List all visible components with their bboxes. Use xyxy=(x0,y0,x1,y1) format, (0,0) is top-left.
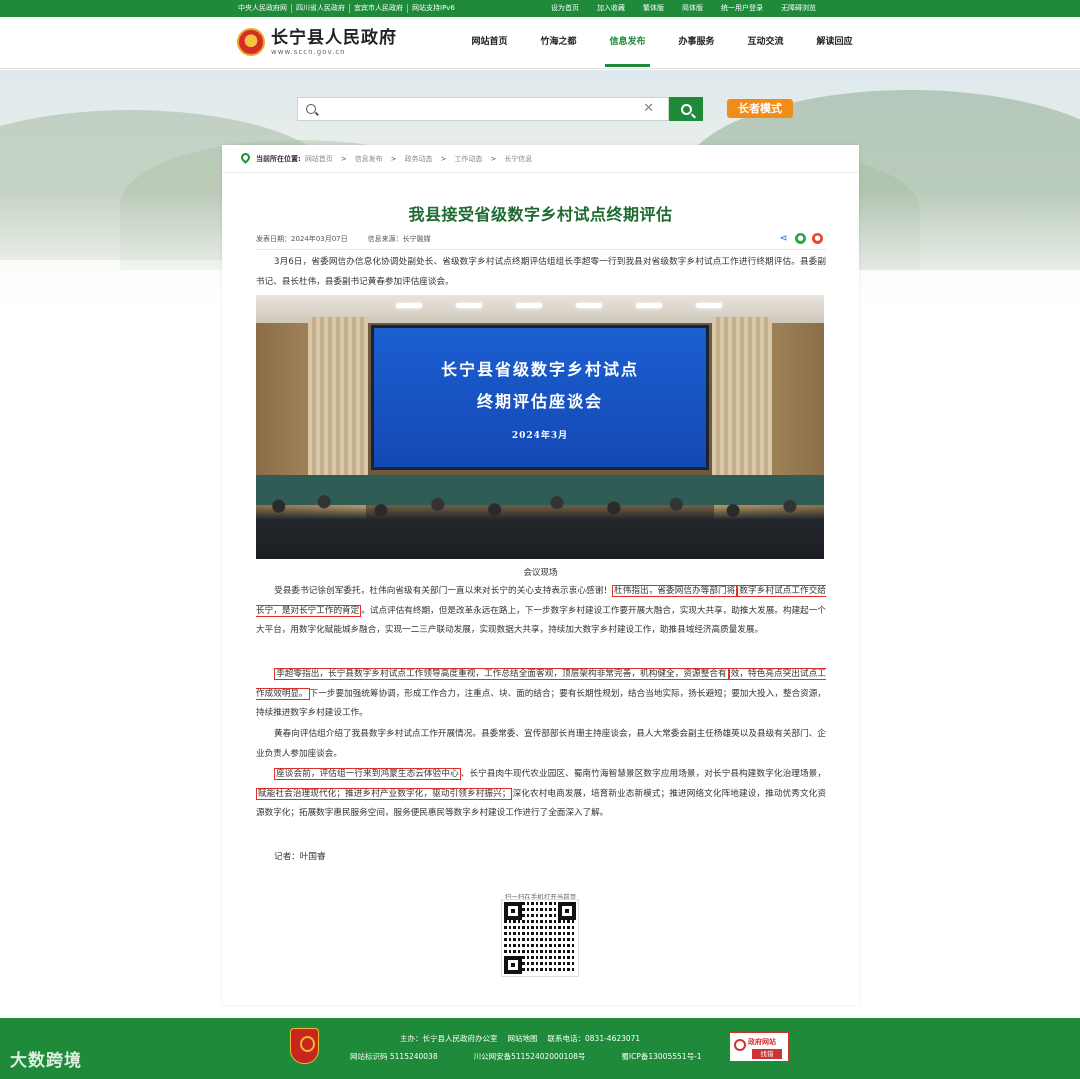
paragraph-4: 黄春向评估组介绍了我县数字乡村试点工作开展情况。县委常委、宣传部部长肖珊主持座谈… xyxy=(256,729,826,759)
qr-code xyxy=(501,899,579,977)
site-url: www.sccn.gov.cn xyxy=(271,48,346,56)
site-header: 长宁县人民政府 www.sccn.gov.cn 网站首页 竹海之都 信息发布 办… xyxy=(0,17,1080,69)
sitemap-link[interactable]: 网站地图 xyxy=(508,1033,538,1044)
highlight-box: 座谈会前，评估组一行来到鸿蒙生态云体验中心 xyxy=(274,768,461,780)
article-card: 当前所在位置: 网站首页 > 信息发布 > 政务动态 > 工作动态 > 长宁信息… xyxy=(222,145,859,1005)
accessibility-link[interactable]: 无障碍浏览 xyxy=(781,4,816,13)
nav-services[interactable]: 办事服务 xyxy=(662,17,731,67)
site-footer: 主办：长宁县人民政府办公室 网站地图 联系电话：0831-4623071 网站标… xyxy=(0,1018,1080,1079)
magnifier-icon xyxy=(734,1039,746,1051)
nav-bamboo-capital[interactable]: 竹海之都 xyxy=(524,17,593,67)
utility-links: 设为首页 加入收藏 繁体版 简体版 统一用户登录 无障碍浏览 xyxy=(551,4,816,13)
gov-link[interactable]: 宜宾市人民政府 xyxy=(350,4,408,13)
share-bar: ⋖ ● ● xyxy=(778,233,823,244)
elder-mode-button[interactable]: 长者模式 xyxy=(727,99,793,118)
breadcrumb-item[interactable]: 网站首页 xyxy=(305,154,333,164)
publish-date: 发表日期：2024年03月07日 xyxy=(256,235,348,243)
meeting-photo: 长宁县省级数字乡村试点 终期评估座谈会 2024年3月 xyxy=(256,295,824,559)
gov-link[interactable]: 四川省人民政府 xyxy=(292,4,350,13)
breadcrumb-label: 当前所在位置: xyxy=(256,154,301,163)
search-button[interactable] xyxy=(669,97,703,121)
paragraph-5: 座谈会前，评估组一行来到鸿蒙生态云体验中心 、长宁县肉牛现代农业园区、蜀南竹海智慧… xyxy=(256,768,826,818)
main-nav: 网站首页 竹海之都 信息发布 办事服务 互动交流 解读回应 xyxy=(455,17,869,67)
paragraph-3: 李超零指出，长宁县数字乡村试点工作领导高度重视，工作总结全面客观，顶层架构非常完… xyxy=(256,668,826,718)
article-source: 信息来源：长宁融媒 xyxy=(367,235,431,243)
national-emblem-icon xyxy=(237,28,265,56)
meeting-screen: 长宁县省级数字乡村试点 终期评估座谈会 2024年3月 xyxy=(371,325,709,470)
nav-information[interactable]: 信息发布 xyxy=(593,17,662,67)
icp-link[interactable]: 蜀ICP备13005551号-1 xyxy=(621,1051,701,1062)
article-title: 我县接受省级数字乡村试点终期评估 xyxy=(408,205,673,224)
user-login-link[interactable]: 统一用户登录 xyxy=(721,4,763,13)
close-icon[interactable]: ✕ xyxy=(643,101,654,117)
share-icon[interactable]: ⋖ xyxy=(778,233,789,244)
search-icon xyxy=(680,103,692,115)
site-title: 长宁县人民政府 xyxy=(271,28,397,48)
paragraph-2: 受县委书记徐创军委托，杜伟向省级有关部门一直以来对长宁的关心支持表示衷心感谢！杜… xyxy=(256,585,826,635)
gov-link[interactable]: 网站支持IPv6 xyxy=(408,4,459,13)
site-code: 网站标识码 5115240038 xyxy=(350,1052,438,1061)
weibo-icon[interactable]: ● xyxy=(812,233,823,244)
breadcrumb-item[interactable]: 政务动态 xyxy=(405,154,433,164)
nav-home[interactable]: 网站首页 xyxy=(455,17,524,67)
breadcrumb-item[interactable]: 工作动态 xyxy=(454,154,482,164)
breadcrumb-item[interactable]: 信息发布 xyxy=(355,154,383,164)
gov-links: 中央人民政府网 四川省人民政府 宜宾市人民政府 网站支持IPv6 xyxy=(238,4,459,13)
photo-caption: 会议现场 xyxy=(523,568,558,578)
nav-interaction[interactable]: 互动交流 xyxy=(731,17,800,67)
find-error-badge[interactable]: 政府网站 找错 xyxy=(729,1032,789,1062)
add-favorite-link[interactable]: 加入收藏 xyxy=(597,4,625,13)
watermark: 大数跨境 xyxy=(10,1051,82,1071)
paragraph-intro: 3月6日，省委网信办信息化协调处副处长、省级数字乡村试点终期评估组组长李超零一行… xyxy=(256,257,826,287)
gov-link[interactable]: 中央人民政府网 xyxy=(238,4,292,13)
set-homepage-link[interactable]: 设为首页 xyxy=(551,4,579,13)
location-pin-icon xyxy=(241,153,250,164)
reporter-line: 记者：叶国睿 xyxy=(274,852,326,862)
breadcrumb-item[interactable]: 长宁信息 xyxy=(504,154,532,164)
search-icon xyxy=(306,104,316,114)
breadcrumb: 当前所在位置: 网站首页 > 信息发布 > 政务动态 > 工作动态 > 长宁信息 xyxy=(222,145,859,173)
simplified-chinese-link[interactable]: 简体版 xyxy=(682,4,703,13)
highlight-box: 李超零指出，长宁县数字乡村试点工作领导高度重视，工作总结全面客观，顶层架构非常完… xyxy=(274,668,729,680)
nav-interpretation[interactable]: 解读回应 xyxy=(800,17,869,67)
traditional-chinese-link[interactable]: 繁体版 xyxy=(643,4,664,13)
top-strip: 中央人民政府网 四川省人民政府 宜宾市人民政府 网站支持IPv6 设为首页 加入… xyxy=(0,0,1080,17)
footer-phone: 联系电话：0831-4623071 xyxy=(547,1034,641,1043)
wechat-icon[interactable]: ● xyxy=(795,233,806,244)
footer-sponsor: 主办：长宁县人民政府办公室 xyxy=(400,1034,498,1043)
search-input[interactable]: ✕ xyxy=(297,97,669,121)
article-meta: 发表日期：2024年03月07日 信息来源：长宁融媒 xyxy=(256,234,431,244)
highlight-box: 杜伟指出，省委网信办等部门将 xyxy=(612,585,738,597)
highlight-box: 赋能社会治理现代化；推进乡村产业数字化，驱动引领乡村振兴； xyxy=(256,787,513,800)
site-logo[interactable]: 长宁县人民政府 www.sccn.gov.cn xyxy=(237,28,397,56)
police-emblem-icon[interactable] xyxy=(290,1028,319,1064)
police-record-link[interactable]: 川公网安备51152402000108号 xyxy=(474,1051,586,1062)
